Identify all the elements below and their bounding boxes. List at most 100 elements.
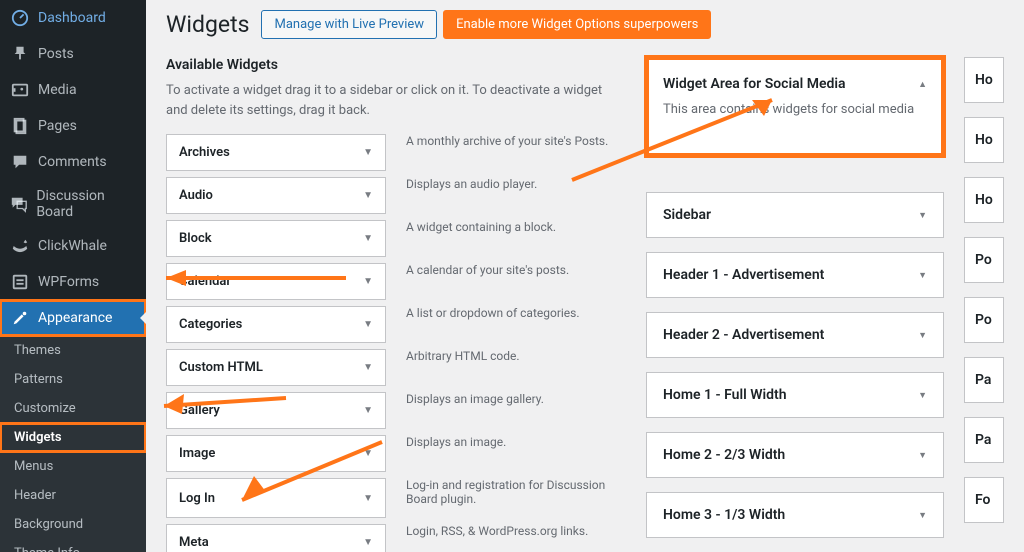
caret-down-icon: ▼ — [918, 510, 927, 521]
page-icon — [10, 116, 30, 136]
admin-sidebar: Dashboard Posts Media Pages Comments Discussi… — [0, 0, 146, 552]
widget-area-stub[interactable]: Pa — [964, 357, 1004, 403]
caret-down-icon: ▼ — [363, 405, 373, 416]
sidebar-item-label: ClickWhale — [38, 238, 107, 254]
page-title: Widgets — [166, 11, 249, 38]
widget-title: Categories — [179, 317, 242, 332]
widget-title: Archives — [179, 145, 230, 160]
caret-up-icon: ▲ — [918, 79, 927, 90]
whale-icon — [10, 236, 30, 256]
caret-down-icon: ▼ — [363, 537, 373, 548]
submenu-item-widgets[interactable]: Widgets — [0, 423, 146, 452]
available-widgets-desc: To activate a widget drag it to a sideba… — [166, 81, 626, 120]
widget-meta[interactable]: Meta▼ — [166, 524, 386, 552]
content-area: Widgets Manage with Live Preview Enable … — [146, 0, 1024, 552]
widget-area-stub[interactable]: Po — [964, 297, 1004, 343]
widget-title: Log In — [179, 491, 215, 506]
widget-custom-html[interactable]: Custom HTML ▼ — [166, 349, 386, 386]
sidebar-item-comments[interactable]: Comments — [0, 144, 146, 180]
caret-down-icon: ▼ — [918, 450, 927, 461]
live-preview-button[interactable]: Manage with Live Preview — [261, 10, 437, 39]
sidebar-item-posts[interactable]: Posts — [0, 36, 146, 72]
dashboard-icon — [10, 8, 30, 28]
widget-area-stub[interactable]: Po — [964, 237, 1004, 283]
submenu-item-patterns[interactable]: Patterns — [0, 365, 146, 394]
widget-area-title: Home 1 - Full Width — [663, 387, 787, 403]
widget-desc: Login, RSS, & WordPress.org links. — [406, 524, 626, 549]
sidebar-item-appearance[interactable]: Appearance — [0, 300, 146, 336]
sidebar-item-label: Appearance — [38, 310, 112, 326]
widget-area-title: Home 2 - 2/3 Width — [663, 447, 785, 463]
widget-area-home-3-1-3-width[interactable]: Home 3 - 1/3 Width ▼ — [646, 492, 944, 538]
submenu-item-customize[interactable]: Customize — [0, 394, 146, 423]
widget-desc: Log-in and registration for Discussion B… — [406, 478, 626, 506]
sidebar-item-discussion-board[interactable]: Discussion Board — [0, 180, 146, 228]
caret-down-icon: ▼ — [363, 493, 373, 504]
widget-calendar[interactable]: Calendar ▼ — [166, 263, 386, 300]
caret-down-icon: ▼ — [918, 210, 927, 221]
caret-down-icon: ▼ — [363, 147, 373, 158]
widget-area-stub[interactable]: Pa — [964, 417, 1004, 463]
sidebar-item-label: Posts — [38, 46, 74, 62]
sidebar-item-wpforms[interactable]: WPForms — [0, 264, 146, 300]
widget-area-title: Widget Area for Social Media — [663, 76, 846, 92]
widget-title: Block — [179, 231, 212, 246]
widget-desc: Displays an audio player. — [406, 177, 626, 202]
widget-area-title: Home 3 - 1/3 Width — [663, 507, 785, 523]
submenu-item-background[interactable]: Background — [0, 510, 146, 539]
widget-area-home-1-full-width[interactable]: Home 1 - Full Width▼ — [646, 372, 944, 418]
widget-area-title: Sidebar — [663, 207, 711, 223]
widget-area-header-2-advertisement[interactable]: Header 2 - Advertisement▼ — [646, 312, 944, 358]
widget-gallery[interactable]: Gallery▼ — [166, 392, 386, 429]
widget-title: Image — [179, 446, 215, 461]
sidebar-item-label: Media — [38, 82, 77, 98]
widget-image[interactable]: Image▼ — [166, 435, 386, 472]
widget-title: Calendar — [179, 274, 231, 289]
caret-down-icon: ▼ — [363, 190, 373, 201]
widget-area-stub[interactable]: Ho — [964, 117, 1004, 163]
sidebar-item-clickwhale[interactable]: ClickWhale — [0, 228, 146, 264]
forms-icon — [10, 272, 30, 292]
widget-options-button[interactable]: Enable more Widget Options superpowers — [443, 10, 711, 39]
sidebar-item-label: Dashboard — [38, 10, 106, 26]
widget-area-stub[interactable]: Ho — [964, 57, 1004, 103]
widget-categories[interactable]: Categories ▼ — [166, 306, 386, 343]
widget-audio[interactable]: Audio ▼ — [166, 177, 386, 214]
widget-desc: A calendar of your site's posts. — [406, 263, 626, 288]
submenu-item-themes[interactable]: Themes — [0, 336, 146, 365]
brush-icon — [10, 308, 30, 328]
submenu-item-menus[interactable]: Menus — [0, 452, 146, 481]
caret-down-icon: ▼ — [363, 276, 373, 287]
widget-desc: A list or dropdown of categories. — [406, 306, 626, 331]
widget-area-title: Header 1 - Advertisement — [663, 267, 824, 283]
caret-down-icon: ▼ — [363, 362, 373, 373]
widget-desc: A widget containing a block. — [406, 220, 626, 245]
available-widgets-heading: Available Widgets — [166, 57, 626, 73]
sidebar-item-label: Comments — [38, 154, 107, 170]
sidebar-item-label: Discussion Board — [36, 188, 136, 220]
submenu-item-header[interactable]: Header — [0, 481, 146, 510]
widget-desc: Displays an image. — [406, 435, 626, 460]
widget-area-stub[interactable]: Ho — [964, 177, 1004, 223]
widget-area-stub[interactable]: Fo — [964, 477, 1004, 523]
widget-area-home-2-2-3-width[interactable]: Home 2 - 2/3 Width ▼ — [646, 432, 944, 478]
widget-area-title: Header 2 - Advertisement — [663, 327, 824, 343]
sidebar-item-label: WPForms — [38, 274, 99, 290]
sidebar-item-media[interactable]: Media — [0, 72, 146, 108]
comment-icon — [10, 152, 30, 172]
pin-icon — [10, 44, 30, 64]
submenu-item-theme-info[interactable]: Theme Info — [0, 539, 146, 552]
widget-log-in[interactable]: Log In ▼ — [166, 478, 386, 518]
caret-down-icon: ▼ — [363, 319, 373, 330]
widget-title: Custom HTML — [179, 360, 263, 375]
widget-area-header-1-advertisement[interactable]: Header 1 - Advertisement▼ — [646, 252, 944, 298]
sidebar-item-dashboard[interactable]: Dashboard — [0, 0, 146, 36]
widget-desc: A monthly archive of your site's Posts. — [406, 134, 626, 159]
widget-area-social-media[interactable]: Widget Area for Social Media ▲ This area… — [646, 57, 944, 156]
widget-block[interactable]: Block▼ — [166, 220, 386, 257]
discuss-icon — [10, 194, 28, 214]
widget-area-sidebar[interactable]: Sidebar ▼ — [646, 192, 944, 238]
widget-title: Audio — [179, 188, 213, 203]
widget-archives[interactable]: Archives ▼ — [166, 134, 386, 171]
sidebar-item-pages[interactable]: Pages — [0, 108, 146, 144]
